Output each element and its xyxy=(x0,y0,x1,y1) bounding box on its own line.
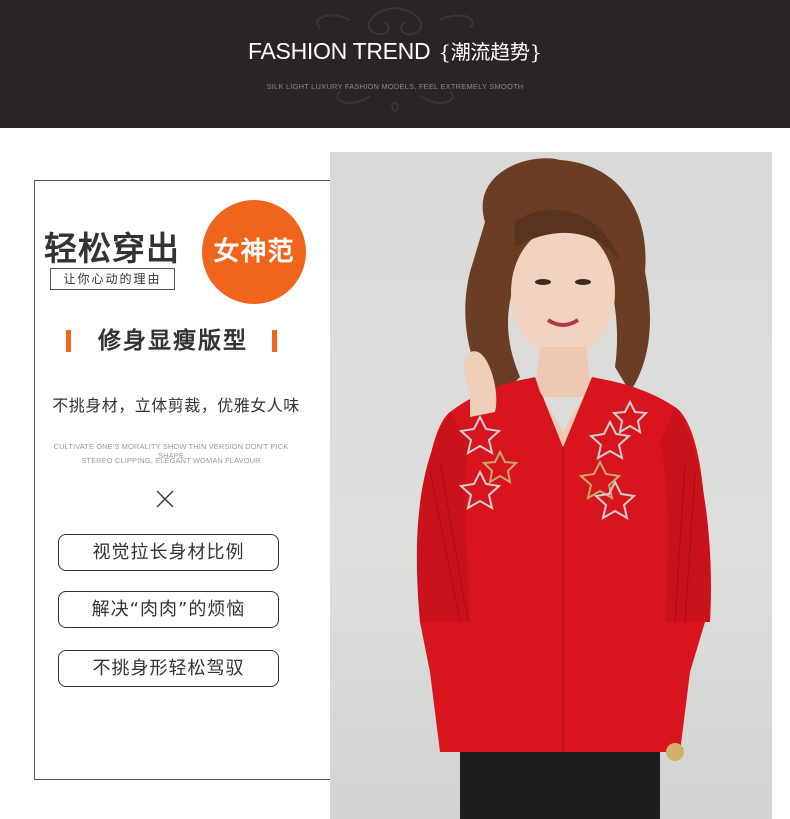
header-banner: FASHION TREND {潮流趋势} SILK LIGHT LUXURY FA… xyxy=(0,0,790,128)
promo-headline: 轻松穿出 xyxy=(44,229,180,268)
banner-title-cn: {潮流趋势} xyxy=(438,40,542,64)
banner-title-en: FASHION TREND xyxy=(248,38,431,64)
accent-bar-right xyxy=(272,330,277,352)
section-title: 修身显瘦版型 xyxy=(98,328,248,354)
cross-icon xyxy=(156,490,174,508)
model-illustration xyxy=(416,158,711,819)
face-shape xyxy=(511,226,615,358)
black-pants xyxy=(460,752,660,819)
english-line-2: STEREO CLIPPING, ELEGANT WOMAN FLAVOUR xyxy=(81,456,261,465)
promo-tagline: 让你心动的理由 xyxy=(50,268,175,290)
banner-subtitle: SILK LIGHT LUXURY FASHION MODELS, FEEL E… xyxy=(266,82,524,91)
right-sleeve xyxy=(660,407,711,622)
feature-pill-3: 不挑身形轻松驾驭 xyxy=(58,650,279,687)
watch-shape xyxy=(666,743,684,761)
goddess-badge: 女神范 xyxy=(202,200,306,304)
promo-description: 不挑身材，立体剪裁，优雅女人味 xyxy=(52,396,300,415)
feature-pill-2: 解决“肉肉”的烦恼 xyxy=(58,591,279,628)
product-photo xyxy=(330,152,772,819)
banner-title: FASHION TREND {潮流趋势} xyxy=(0,36,790,65)
feature-pill-1: 视觉拉长身材比例 xyxy=(58,534,279,571)
